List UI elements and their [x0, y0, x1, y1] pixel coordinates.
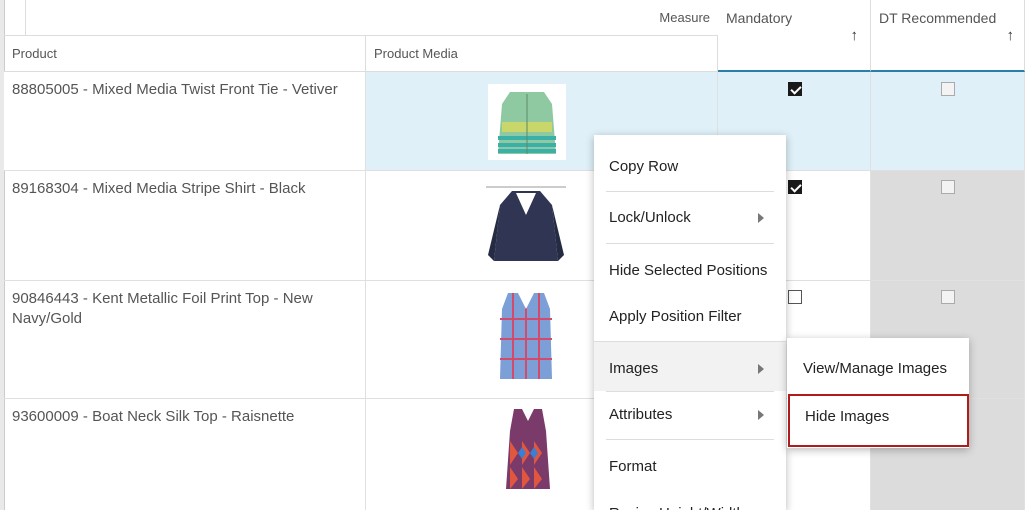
menu-item-attributes[interactable]: Attributes [606, 391, 774, 439]
product-cell: 89168304 - Mixed Media Stripe Shirt - Bl… [4, 171, 366, 281]
mandatory-column-label: Mandatory [726, 10, 793, 26]
table-row[interactable]: 89168304 - Mixed Media Stripe Shirt - Bl… [4, 171, 1025, 281]
submenu-arrow-icon [758, 364, 764, 374]
menu-item-resize[interactable]: Resize Height/Width [594, 491, 786, 510]
sort-ascending-icon[interactable]: ↑ [851, 27, 859, 44]
product-column-label: Product [12, 46, 57, 61]
print-tank-image [506, 409, 550, 489]
menu-item-hide-selected-positions[interactable]: Hide Selected Positions [606, 243, 774, 295]
images-submenu: View/Manage Images Hide Images [787, 338, 969, 448]
menu-item-format[interactable]: Format [606, 439, 774, 491]
product-cell: 90846443 - Kent Metallic Foil Print Top … [4, 281, 366, 399]
measure-header: Measure [4, 0, 718, 36]
grid-corner [4, 0, 26, 36]
menu-item-apply-position-filter[interactable]: Apply Position Filter [594, 295, 786, 339]
product-media-column-label: Product Media [374, 46, 458, 61]
green-cardigan-image [488, 84, 566, 160]
product-media-column-header[interactable]: Product Media [366, 36, 718, 72]
mandatory-column-header[interactable]: Mandatory ↑ [718, 0, 871, 72]
product-cell: 93600009 - Boat Neck Silk Top - Raisnett… [4, 399, 366, 510]
product-column-header[interactable]: Product [4, 36, 366, 72]
mandatory-checkbox[interactable] [788, 290, 802, 304]
menu-item-images[interactable]: Images [594, 341, 786, 391]
context-menu: Copy Row Lock/Unlock Hide Selected Posit… [594, 135, 786, 510]
dt-recommended-checkbox [941, 290, 955, 304]
menu-item-lock-unlock[interactable]: Lock/Unlock [606, 191, 774, 243]
dt-recommended-column-label: DT Recommended [879, 10, 997, 26]
navy-cardigan-image [486, 186, 566, 261]
dt-recommended-cell [871, 72, 1025, 171]
submenu-arrow-icon [758, 410, 764, 420]
menu-item-copy-row[interactable]: Copy Row [594, 135, 786, 191]
mandatory-checkbox[interactable] [788, 180, 802, 194]
product-cell: 88805005 - Mixed Media Twist Front Tie -… [4, 72, 366, 171]
menu-item-label: Images [609, 360, 659, 377]
dt-recommended-cell [871, 171, 1025, 281]
dt-recommended-checkbox [941, 180, 955, 194]
table-row[interactable]: 88805005 - Mixed Media Twist Front Tie -… [4, 72, 1025, 171]
dt-recommended-checkbox [941, 82, 955, 96]
menu-item-label: Attributes [609, 406, 673, 423]
plaid-top-image [500, 293, 552, 379]
measure-label: Measure [659, 10, 710, 25]
menu-item-label: Lock/Unlock [609, 209, 691, 226]
submenu-arrow-icon [758, 213, 764, 223]
sort-ascending-icon[interactable]: ↑ [1007, 27, 1015, 44]
menu-item-view-manage-images[interactable]: View/Manage Images [787, 344, 969, 394]
menu-item-hide-images[interactable]: Hide Images [788, 394, 969, 447]
dt-recommended-column-header[interactable]: DT Recommended ↑ [871, 0, 1025, 72]
mandatory-checkbox[interactable] [788, 82, 802, 96]
